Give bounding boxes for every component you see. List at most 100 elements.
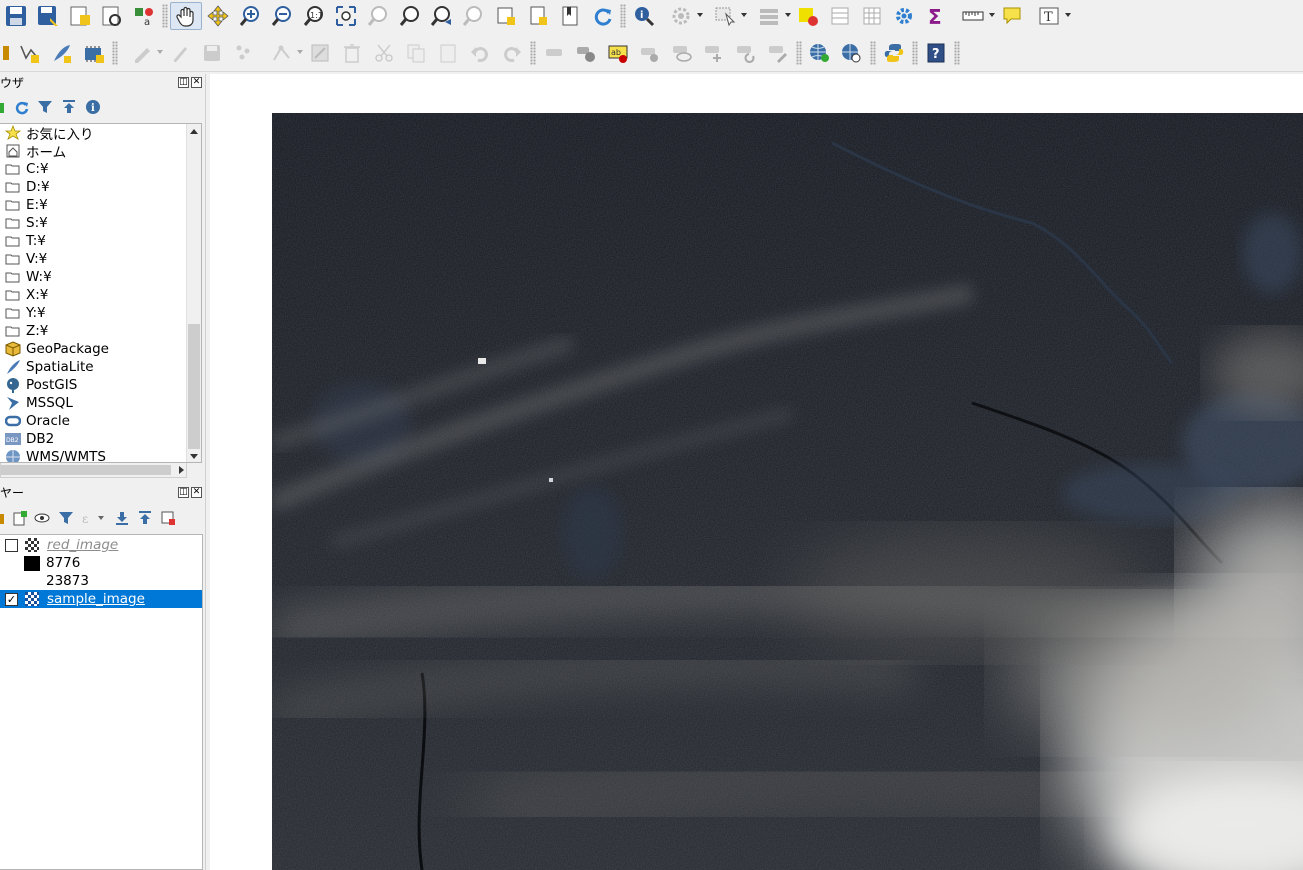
tree-item-drive[interactable]: X:¥ [4,286,48,304]
new-map-view-button[interactable] [490,2,522,30]
field-calculator-button[interactable] [856,2,888,30]
highlight-pinned-labels-button[interactable]: ab [602,39,634,67]
pan-map-button[interactable] [170,2,202,30]
tree-item-home[interactable]: ホーム [4,142,66,161]
scroll-down-arrow[interactable] [190,454,198,459]
select-features-button[interactable] [704,2,748,30]
tree-item-postgis[interactable]: PostGIS [4,376,77,394]
show-hide-labels-button[interactable] [666,39,698,67]
tree-item-drive[interactable]: S:¥ [4,214,48,232]
measure-button[interactable] [952,2,996,30]
expand-all-button[interactable] [113,509,131,527]
tree-item-drive[interactable]: E:¥ [4,196,48,214]
close-panel-button[interactable]: ✕ [191,77,202,88]
new-bookmark-button[interactable] [522,2,554,30]
add-wcs-layer-button[interactable] [836,39,868,67]
float-panel-button[interactable]: ◫ [178,487,189,498]
python-console-button[interactable] [878,39,910,67]
zoom-native-resolution-button[interactable]: 1:1 [298,2,330,30]
tree-item-drive[interactable]: Z:¥ [4,322,48,340]
actions-button[interactable] [660,2,704,30]
show-bookmarks-button[interactable] [554,2,586,30]
map-canvas[interactable] [210,74,1303,870]
attribute-table-button[interactable] [824,2,856,30]
filter-legend-button[interactable] [57,509,75,527]
add-group-button[interactable] [11,509,29,527]
select-by-value-button[interactable] [748,2,792,30]
modify-attributes-button[interactable] [304,39,336,67]
browser-vertical-scrollbar[interactable] [186,124,201,462]
zoom-out-button[interactable] [266,2,298,30]
style-layer-button[interactable] [0,509,6,527]
pin-labels-button[interactable] [634,39,666,67]
scroll-thumb[interactable] [1,465,171,475]
filter-by-expression-button[interactable]: ε [80,509,108,527]
layer-labeling-button[interactable] [570,39,602,67]
tree-item-drive[interactable]: W:¥ [4,268,52,286]
cut-features-button[interactable] [368,39,400,67]
layer-visibility-checkbox[interactable] [5,538,18,552]
tree-item-spatialite[interactable]: SpatiaLite [4,358,94,376]
filter-browser-button[interactable] [36,98,54,116]
tree-item-db2[interactable]: DB2 DB2 [4,430,54,448]
current-edits-button[interactable] [0,39,14,67]
zoom-in-button[interactable] [234,2,266,30]
tree-item-oracle[interactable]: Oracle [4,412,70,430]
panel-splitter[interactable] [205,74,209,870]
statistics-button[interactable]: Σ [920,2,952,30]
undo-button[interactable] [464,39,496,67]
redo-button[interactable] [496,39,528,67]
delete-selected-button[interactable] [336,39,368,67]
digitize-button[interactable] [120,39,164,67]
add-wms-layer-button[interactable] [804,39,836,67]
new-virtual-layer-button[interactable] [78,39,110,67]
tree-item-drive[interactable]: C:¥ [4,160,49,178]
tree-item-geopackage[interactable]: GeoPackage [4,340,109,358]
processing-toolbox-button[interactable] [888,2,920,30]
new-print-layout-button[interactable] [64,2,96,30]
vertex-tool-button[interactable] [260,39,304,67]
change-label-button[interactable] [762,39,794,67]
label-tool-button[interactable] [538,39,570,67]
browser-horizontal-scrollbar[interactable] [0,463,187,478]
manage-visibility-button[interactable] [34,509,52,527]
copy-features-button[interactable] [400,39,432,67]
zoom-last-button[interactable] [426,2,458,30]
layer-visibility-checkbox[interactable]: ✓ [5,592,18,606]
scroll-thumb[interactable] [188,324,200,449]
zoom-next-button[interactable] [458,2,490,30]
map-tips-button[interactable] [996,2,1028,30]
add-feature-button[interactable] [228,39,260,67]
layout-manager-button[interactable] [96,2,128,30]
save-edits-button[interactable] [196,39,228,67]
tree-item-favorites[interactable]: お気に入り [4,124,94,143]
style-manager-button[interactable]: a [128,2,160,30]
zoom-full-button[interactable] [330,2,362,30]
save-project-button[interactable] [0,2,32,30]
add-layer-button[interactable] [0,98,6,116]
move-label-button[interactable] [698,39,730,67]
scroll-right-arrow[interactable] [179,466,184,474]
paste-features-button[interactable] [432,39,464,67]
save-as-button[interactable] [32,2,64,30]
new-spatialite-button[interactable] [46,39,78,67]
properties-button[interactable]: i [84,98,102,116]
layer-row-red-image[interactable]: red_image [0,536,202,554]
pan-to-selection-button[interactable] [202,2,234,30]
browser-tree[interactable]: お気に入り ホーム C:¥ D:¥ E:¥ S:¥ T:¥ V:¥ W:¥ X:… [0,123,202,463]
tree-item-drive[interactable]: V:¥ [4,250,47,268]
refresh-browser-button[interactable] [12,98,30,116]
deselect-features-button[interactable] [792,2,824,30]
scroll-up-arrow[interactable] [190,129,198,134]
identify-features-button[interactable]: i [628,2,660,30]
tree-item-drive[interactable]: Y:¥ [4,304,46,322]
remove-layer-button[interactable] [159,509,177,527]
refresh-button[interactable] [586,2,618,30]
float-panel-button[interactable]: ◫ [178,77,189,88]
text-annotation-button[interactable]: T [1028,2,1072,30]
layer-row-sample-image[interactable]: ✓ sample_image [0,590,202,608]
tree-item-mssql[interactable]: MSSQL [4,394,73,412]
rotate-label-button[interactable] [730,39,762,67]
tree-item-wms[interactable]: WMS/WMTS [4,448,106,462]
tree-item-drive[interactable]: D:¥ [4,178,50,196]
